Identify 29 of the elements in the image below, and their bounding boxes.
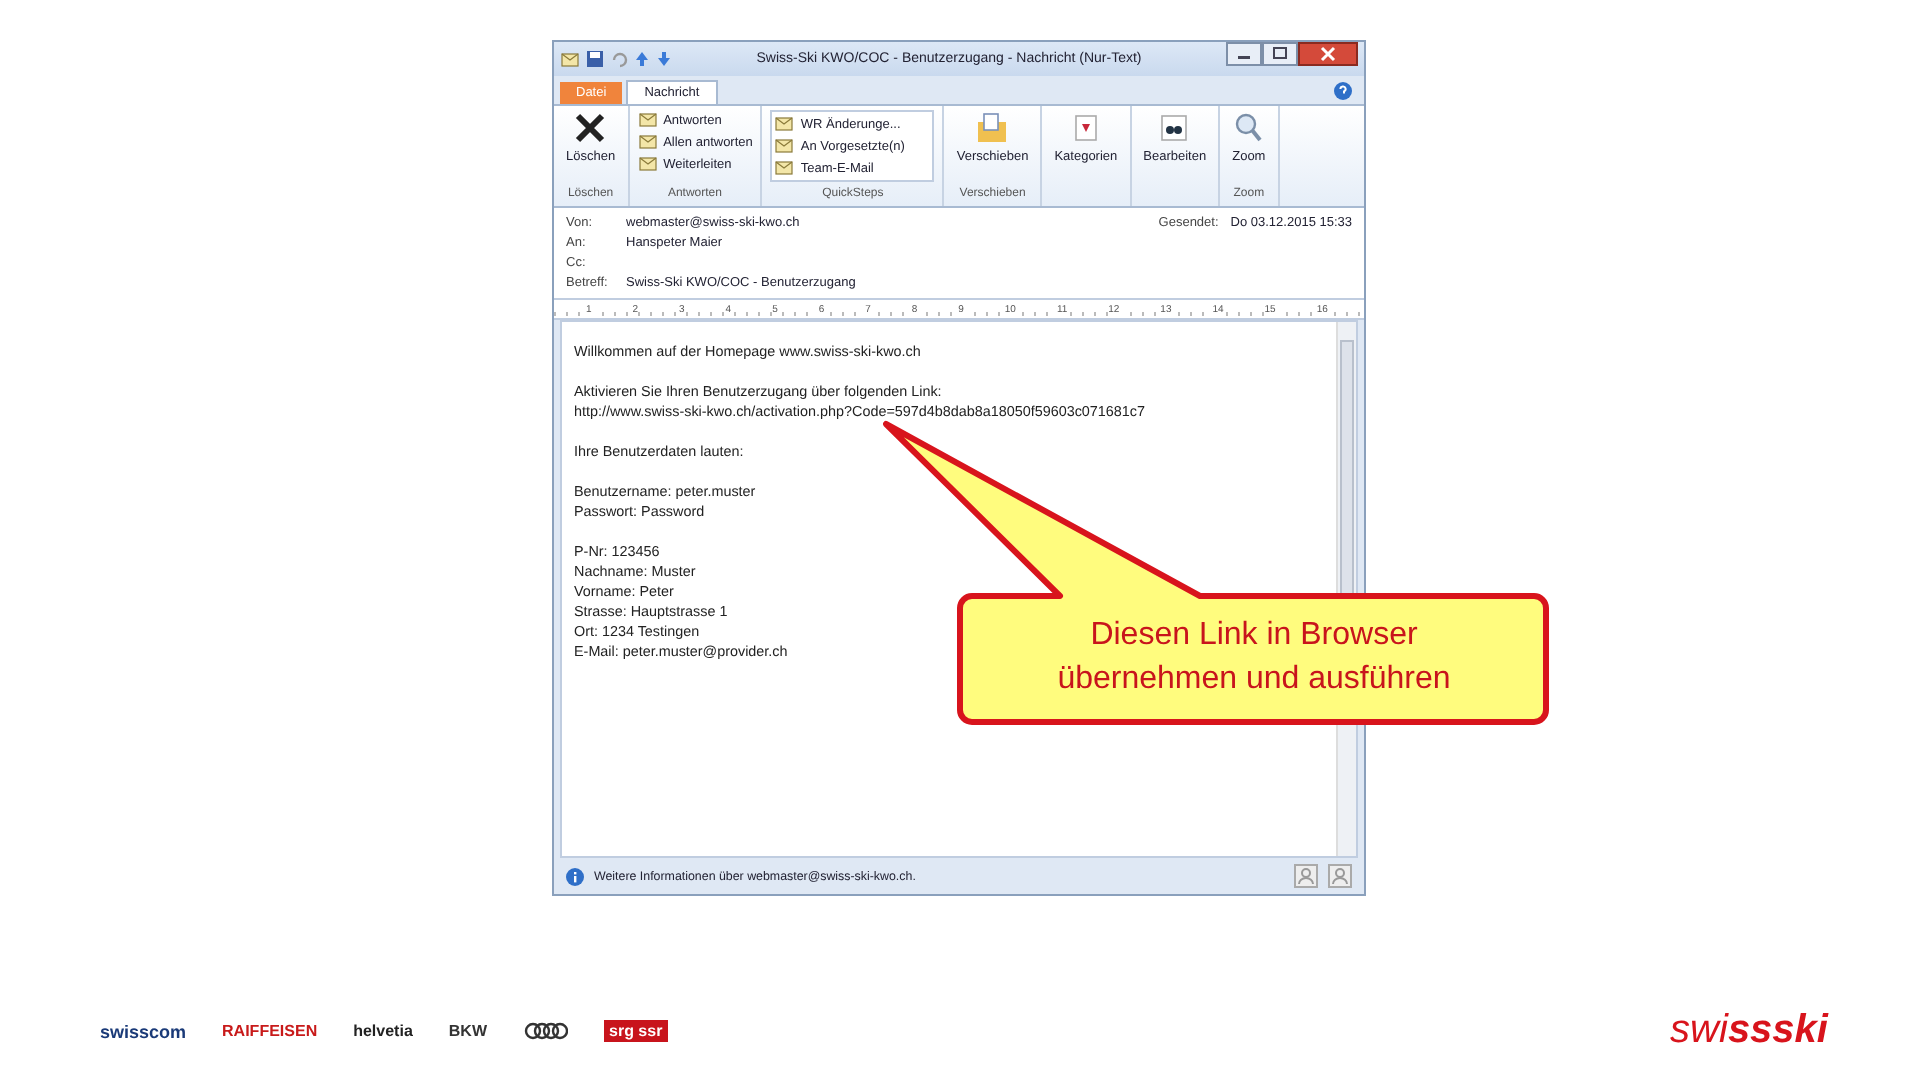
envelope-icon (774, 158, 795, 178)
help-icon[interactable] (1334, 81, 1352, 99)
sponsor-logo: helvetia (353, 1022, 413, 1040)
rings-icon (523, 1022, 567, 1040)
sponsor-logo: BKW (448, 1022, 487, 1040)
envelope-icon (560, 49, 580, 69)
save-icon[interactable] (586, 50, 604, 68)
envelope-icon (637, 132, 658, 152)
folder-icon (976, 112, 1009, 144)
callout-text: Diesen Link in Browser übernehmen und ausführen (1055, 616, 1453, 700)
up-arrow-icon[interactable] (634, 50, 650, 68)
logo: swissski (1670, 1008, 1828, 1054)
x-icon (574, 112, 607, 144)
sponsor-logo: srg ssr (603, 1020, 669, 1042)
envelope-icon (637, 154, 658, 174)
sponsor-logo: RAIFFEISEN (222, 1022, 318, 1040)
person-icon (1328, 864, 1352, 888)
down-arrow-icon[interactable] (656, 50, 672, 68)
minimize-icon[interactable] (1226, 42, 1262, 66)
person-icon (1294, 864, 1318, 888)
sponsor-logo: swisscom (100, 1021, 187, 1041)
info-icon (566, 867, 584, 885)
maximize-icon[interactable] (1262, 42, 1298, 66)
envelope-icon (774, 114, 795, 134)
magnifier-icon (1232, 112, 1265, 144)
close-icon[interactable] (1298, 42, 1358, 66)
envelope-icon (637, 110, 658, 130)
binoculars-icon (1158, 112, 1191, 144)
envelope-icon (774, 136, 795, 156)
